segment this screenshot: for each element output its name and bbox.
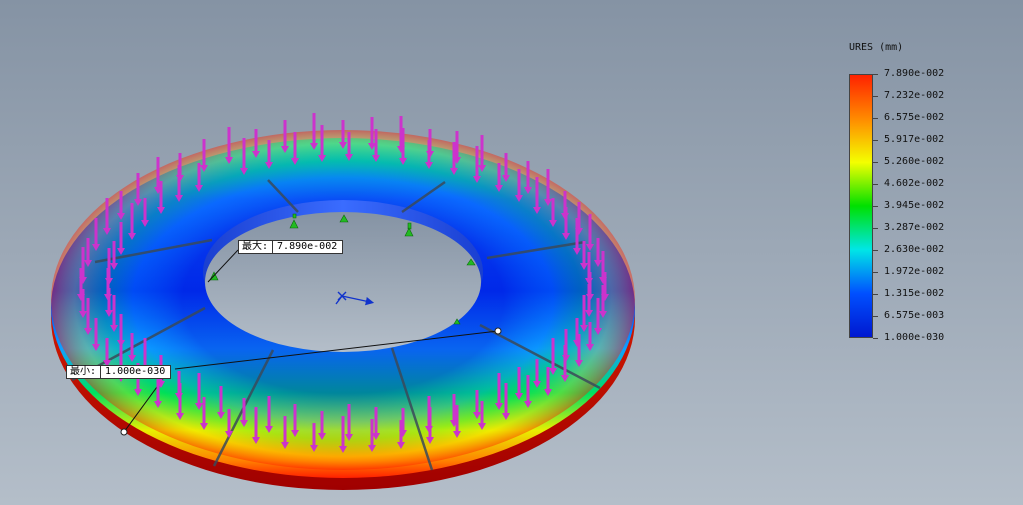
legend-tick-label: 1.000e-030 <box>884 332 945 343</box>
legend-tick-mark <box>873 140 878 141</box>
legend-tick-mark <box>873 206 878 207</box>
legend-tick-label: 1.972e-002 <box>884 266 945 277</box>
min-annotation[interactable]: 最小: 1.000e-030 <box>66 365 172 379</box>
legend-tick-label: 5.917e-002 <box>884 134 945 145</box>
legend-tick-mark <box>873 272 878 273</box>
min-annotation-label: 最小: <box>68 366 102 378</box>
legend-tick-mark <box>873 118 878 119</box>
legend-tick-label: 3.945e-002 <box>884 200 945 211</box>
legend-tick-label: 3.287e-002 <box>884 222 945 233</box>
legend-colorbar <box>849 74 873 338</box>
legend-tick-mark <box>873 184 878 185</box>
max-annotation[interactable]: 最大: 7.890e-002 <box>238 240 344 254</box>
legend-tick-label: 2.630e-002 <box>884 244 945 255</box>
legend-tick-label: 6.575e-002 <box>884 112 945 123</box>
max-probe-point <box>494 327 502 335</box>
min-probe-point <box>120 428 128 436</box>
legend-tick-mark <box>873 162 878 163</box>
legend-tick-mark <box>873 316 878 317</box>
graphics-viewport[interactable]: URES (mm) 7.890e-002 7.232e-002 6.575e-002… <box>0 0 1023 505</box>
legend-tick-mark <box>873 294 878 295</box>
min-annotation-value: 1.000e-030 <box>105 366 166 377</box>
max-annotation-value: 7.890e-002 <box>277 241 338 252</box>
legend-tick-mark <box>873 96 878 97</box>
legend-tick-mark <box>873 74 878 75</box>
legend-tick-label: 7.890e-002 <box>884 68 945 79</box>
legend-tick-label: 7.232e-002 <box>884 90 945 101</box>
ring-hole <box>205 212 481 352</box>
legend-tick-mark <box>873 228 878 229</box>
legend-tick-mark <box>873 338 878 339</box>
max-annotation-label: 最大: <box>240 241 274 253</box>
legend-tick-label: 1.315e-002 <box>884 288 945 299</box>
legend-tick-mark <box>873 250 878 251</box>
legend-tick-label: 6.575e-003 <box>884 310 945 321</box>
legend-tick-label: 4.602e-002 <box>884 178 945 189</box>
legend-title: URES (mm) <box>849 42 904 53</box>
legend-tick-label: 5.260e-002 <box>884 156 945 167</box>
